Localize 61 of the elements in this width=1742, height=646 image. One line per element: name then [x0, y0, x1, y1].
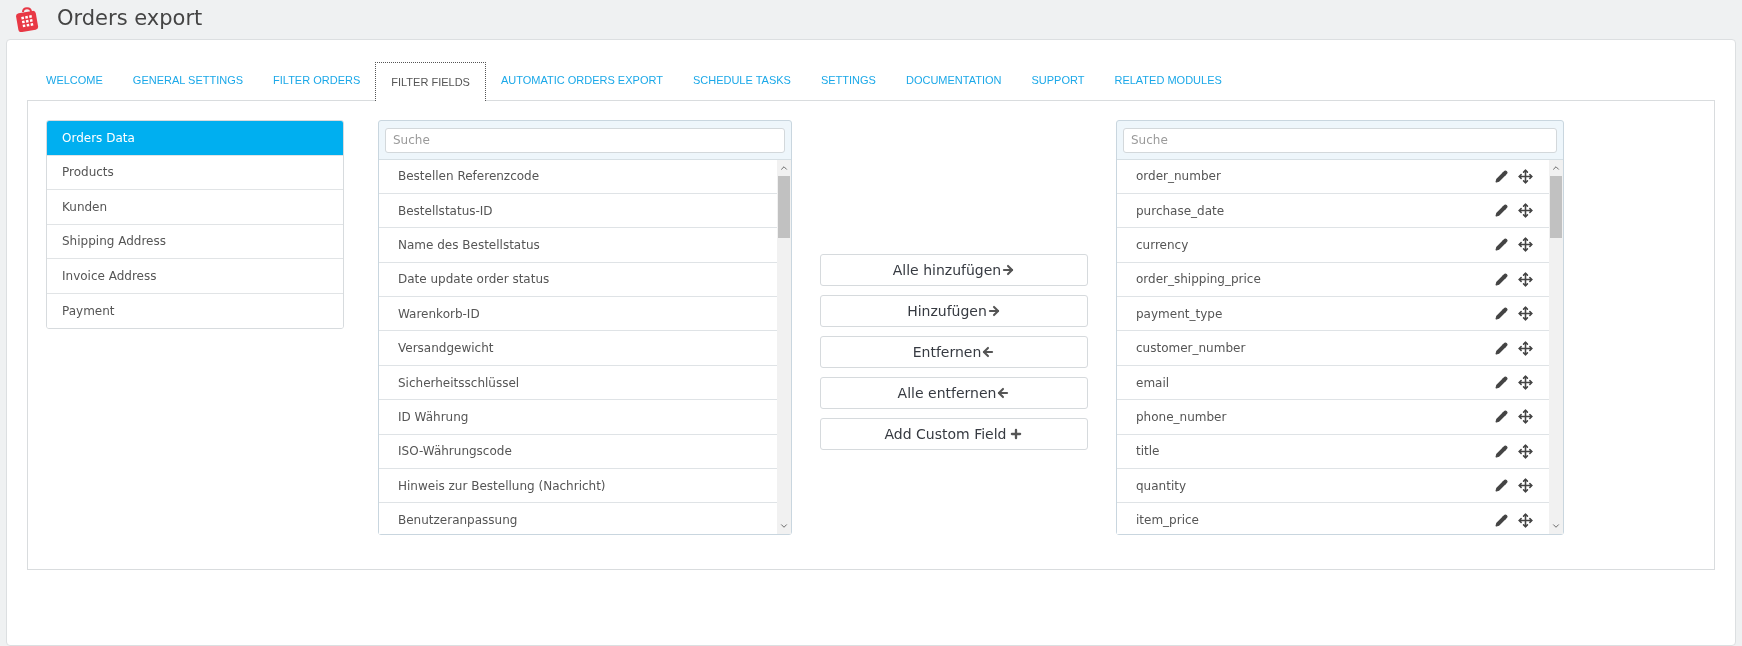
- arrow-left-icon: [996, 386, 1011, 400]
- action-button[interactable]: Alle entfernen: [820, 377, 1088, 409]
- move-icon[interactable]: [1518, 443, 1533, 459]
- action-button[interactable]: Entfernen: [820, 336, 1088, 368]
- plus-icon: [1009, 427, 1024, 441]
- move-icon[interactable]: [1518, 237, 1533, 253]
- move-icon[interactable]: [1518, 512, 1533, 528]
- scrollbar-thumb[interactable]: [778, 175, 790, 238]
- arrow-right-icon: [986, 304, 1001, 318]
- tab[interactable]: FILTER FIELDS: [375, 62, 486, 101]
- edit-icon[interactable]: [1495, 238, 1508, 252]
- field-list-item[interactable]: payment_type: [1117, 297, 1549, 332]
- field-list-item[interactable]: order_shipping_price: [1117, 262, 1549, 298]
- scrollbar[interactable]: [1549, 159, 1563, 534]
- move-icon[interactable]: [1518, 168, 1533, 184]
- field-list-item[interactable]: title: [1117, 434, 1549, 469]
- search-field[interactable]: Suche: [385, 127, 785, 153]
- move-icon[interactable]: [1518, 340, 1533, 356]
- edit-icon[interactable]: [1495, 204, 1508, 218]
- arrow-right-icon: [1001, 263, 1016, 277]
- field-list-item[interactable]: Name des Bestellstatus: [379, 228, 777, 263]
- page-title: Orders export: [57, 5, 203, 33]
- field-list-item[interactable]: Warenkorb-ID: [379, 297, 777, 332]
- field-list-item[interactable]: Sicherheitsschlüssel: [379, 365, 777, 401]
- shopping-bag-icon: [15, 6, 39, 32]
- search-field[interactable]: Suche: [1123, 127, 1557, 153]
- field-list-item[interactable]: Bestellstatus-ID: [379, 193, 777, 229]
- field-list-item[interactable]: ISO-Währungscode: [379, 434, 777, 469]
- edit-icon[interactable]: [1495, 169, 1508, 183]
- field-list-item[interactable]: customer_number: [1117, 331, 1549, 366]
- field-list-item[interactable]: phone_number: [1117, 400, 1549, 435]
- field-list-item[interactable]: Date update order status: [379, 262, 777, 298]
- field-list-item[interactable]: Bestellen Referenzcode: [379, 159, 777, 194]
- field-list-item[interactable]: quantity: [1117, 469, 1549, 504]
- edit-icon[interactable]: [1495, 307, 1508, 321]
- field-list-item[interactable]: Hinweis zur Bestellung (Nachricht): [379, 469, 777, 504]
- edit-icon[interactable]: [1495, 513, 1508, 527]
- action-button[interactable]: Add Custom Field: [820, 418, 1088, 450]
- field-list-item[interactable]: email: [1117, 365, 1549, 401]
- field-list-item[interactable]: Versandgewicht: [379, 331, 777, 366]
- field-list-item[interactable]: currency: [1117, 228, 1549, 263]
- action-button[interactable]: Alle hinzufügen: [820, 254, 1088, 286]
- move-icon[interactable]: [1518, 375, 1533, 391]
- move-icon[interactable]: [1518, 478, 1533, 494]
- field-list-item[interactable]: order_number: [1117, 159, 1549, 194]
- scrollbar-thumb[interactable]: [1550, 175, 1562, 238]
- edit-icon[interactable]: [1495, 479, 1508, 493]
- edit-icon[interactable]: [1495, 444, 1508, 458]
- move-icon[interactable]: [1518, 306, 1533, 322]
- move-icon[interactable]: [1518, 409, 1533, 425]
- field-list-item[interactable]: purchase_date: [1117, 193, 1549, 229]
- field-list-item[interactable]: ID Währung: [379, 400, 777, 435]
- arrow-left-icon: [981, 345, 996, 359]
- edit-icon[interactable]: [1495, 376, 1508, 390]
- move-icon[interactable]: [1518, 203, 1533, 219]
- move-icon[interactable]: [1518, 271, 1533, 287]
- edit-icon[interactable]: [1495, 341, 1508, 355]
- edit-icon[interactable]: [1495, 410, 1508, 424]
- action-button[interactable]: Hinzufügen: [820, 295, 1088, 327]
- scrollbar[interactable]: [777, 159, 791, 534]
- edit-icon[interactable]: [1495, 272, 1508, 286]
